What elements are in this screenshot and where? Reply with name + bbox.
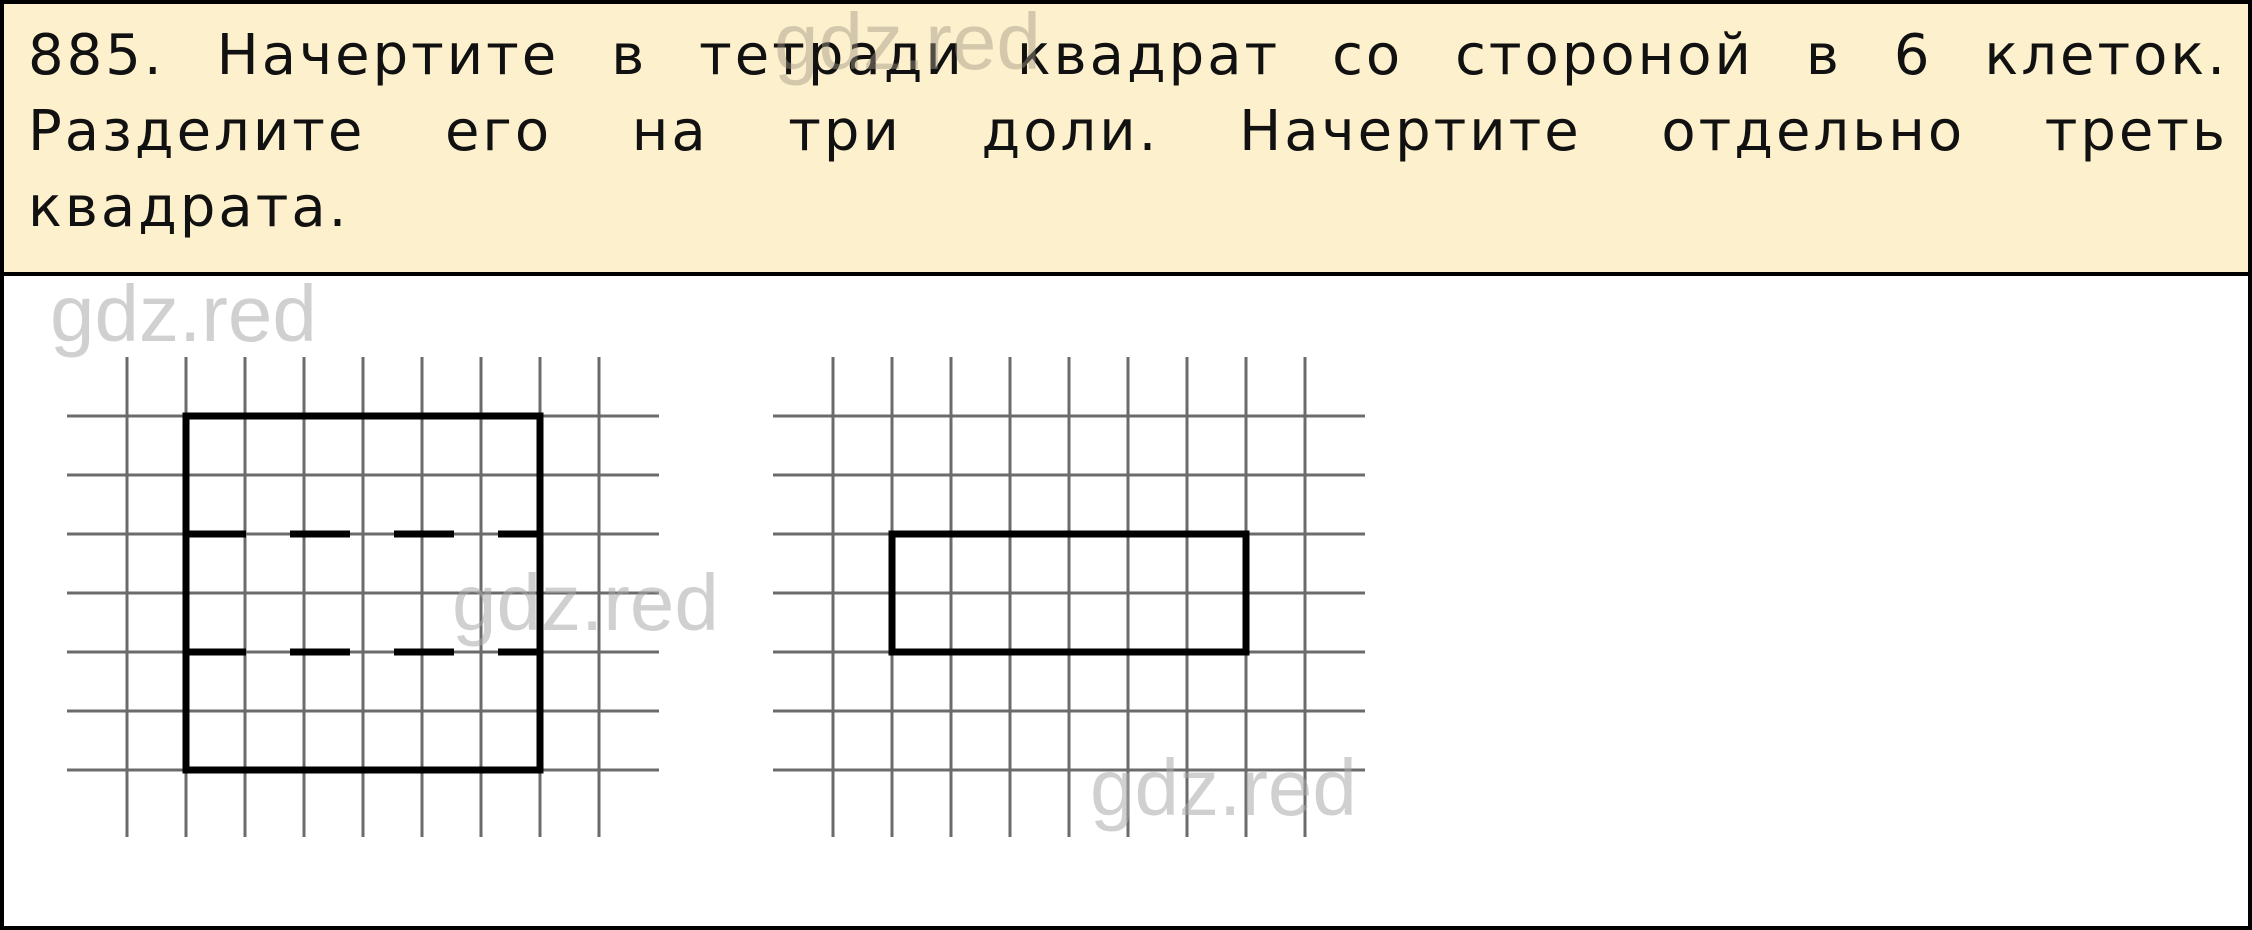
figures-canvas (67, 357, 1365, 837)
right-grid-figure (773, 357, 1365, 837)
left-grid-figure (67, 357, 659, 837)
